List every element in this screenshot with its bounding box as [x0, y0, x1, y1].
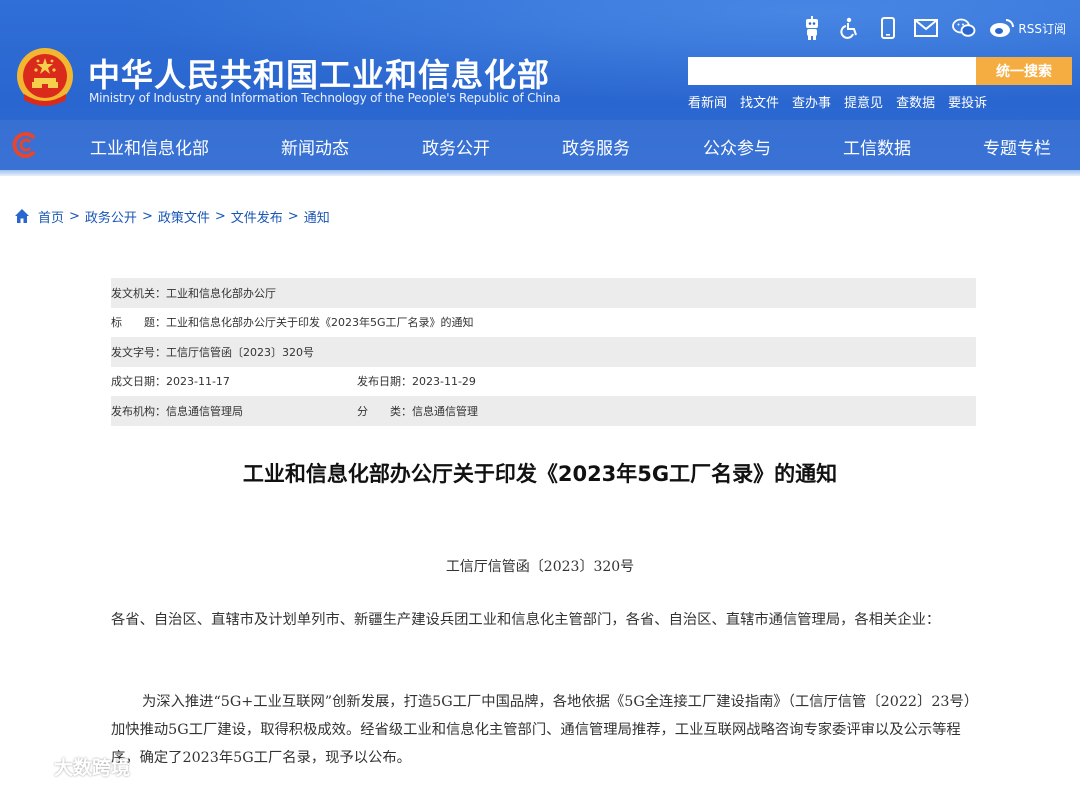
meta-docno-value: 工信厅信管函〔2023〕320号	[166, 345, 314, 359]
breadcrumb-separator: >	[69, 208, 80, 224]
accessibility-icon[interactable]	[836, 14, 864, 42]
national-emblem-icon[interactable]	[14, 46, 76, 110]
meta-row-docno: 发文字号： 工信厅信管函〔2023〕320号	[111, 337, 976, 367]
wechat-icon[interactable]	[950, 14, 978, 42]
nav-item-topics[interactable]: 专题专栏	[983, 134, 1051, 159]
nav-item-public[interactable]: 公众参与	[703, 134, 771, 159]
article-paragraph-body: 为深入推进“5G+工业互联网”创新发展，打造5G工厂中国品牌，各地依据《5G全连…	[111, 694, 971, 766]
breadcrumb-separator: >	[214, 208, 226, 224]
quick-link-services[interactable]: 查办事	[792, 92, 831, 111]
toolbar: RSS订阅	[788, 14, 1066, 42]
meta-row-org: 发布机构： 信息通信管理局 分 类： 信息通信管理	[111, 396, 976, 426]
main-nav: 工业和信息化部 新闻动态 政务公开 政务服务 公众参与 工信数据 专题专栏	[50, 120, 1080, 170]
nav-item-data[interactable]: 工信数据	[843, 134, 911, 159]
document-meta-table: 发文机关： 工业和信息化部办公厅 标 题： 工业和信息化部办公厅关于印发《202…	[111, 278, 976, 426]
breadcrumb-notice[interactable]: 通知	[304, 207, 330, 226]
site-title: 中华人民共和国工业和信息化部	[88, 56, 551, 94]
meta-issuer-label: 发文机关：	[111, 286, 166, 300]
meta-row-title: 标 题： 工业和信息化部办公厅关于印发《2023年5G工厂名录》的通知	[111, 308, 976, 338]
meta-org-value: 信息通信管理局	[166, 404, 243, 418]
article-paragraph-recipients: 各省、自治区、直辖市及计划单列市、新疆生产建设兵团工业和信息化主管部门，各省、自…	[111, 612, 941, 628]
quick-link-news[interactable]: 看新闻	[688, 92, 727, 111]
watermark: 大数跨境	[8, 752, 130, 780]
nav-item-gov-affairs[interactable]: 政务公开	[422, 134, 490, 159]
quick-link-complaint[interactable]: 要投诉	[948, 92, 987, 111]
breadcrumb: 首页 > 政务公开 > 政策文件 > 文件发布 > 通知	[14, 206, 330, 226]
meta-docno-label: 发文字号：	[111, 345, 166, 359]
article-doc-number: 工信厅信管函〔2023〕320号	[445, 559, 635, 575]
meta-created-label: 成文日期：	[111, 375, 166, 389]
article-title: 工业和信息化部办公厅关于印发《2023年5G工厂名录》的通知	[242, 462, 838, 486]
quick-links: 看新闻 找文件 查办事 提意见 查数据 要投诉	[688, 92, 1000, 111]
mobile-icon[interactable]	[874, 14, 902, 42]
quick-link-data[interactable]: 查数据	[896, 92, 935, 111]
site-logo-icon[interactable]	[10, 130, 40, 160]
breadcrumb-separator: >	[141, 208, 153, 224]
watermark-text: 大数跨境	[54, 756, 131, 779]
breadcrumb-policy[interactable]: 政策文件	[158, 207, 210, 226]
meta-published-label: 发布日期：	[357, 375, 412, 389]
breadcrumb-gov-affairs[interactable]: 政务公开	[85, 207, 137, 226]
breadcrumb-separator: >	[287, 208, 299, 224]
search-button[interactable]: 统一搜索	[976, 57, 1072, 85]
breadcrumb-file-release[interactable]: 文件发布	[231, 207, 283, 226]
weibo-icon[interactable]	[988, 14, 1016, 42]
meta-category-label: 分 类：	[357, 404, 412, 418]
rss-subscribe-link[interactable]: RSS订阅	[1018, 20, 1066, 37]
quick-link-files[interactable]: 找文件	[740, 92, 779, 111]
meta-org-label: 发布机构：	[111, 404, 166, 418]
mail-icon[interactable]	[912, 14, 940, 42]
meta-row-issuer: 发文机关： 工业和信息化部办公厅	[111, 278, 976, 308]
meta-category-cell: 分 类： 信息通信管理	[357, 403, 478, 419]
nav-item-news[interactable]: 新闻动态	[281, 134, 349, 159]
breadcrumb-home[interactable]: 首页	[38, 207, 64, 226]
header-bottom-line	[0, 170, 1080, 176]
meta-published-value: 2023-11-29	[412, 374, 476, 388]
meta-org-cell: 发布机构： 信息通信管理局	[111, 403, 357, 419]
search-input[interactable]	[688, 57, 976, 85]
home-icon[interactable]	[14, 208, 30, 224]
site-subtitle: Ministry of Industry and Information Tec…	[89, 91, 561, 105]
meta-title-label: 标 题：	[111, 316, 166, 330]
nav-item-miit[interactable]: 工业和信息化部	[90, 134, 209, 159]
watermark-logo-icon	[8, 754, 45, 778]
meta-published-cell: 发布日期： 2023-11-29	[357, 373, 476, 389]
quick-link-feedback[interactable]: 提意见	[844, 92, 883, 111]
meta-created-cell: 成文日期： 2023-11-17	[111, 373, 357, 389]
meta-title-value: 工业和信息化部办公厅关于印发《2023年5G工厂名录》的通知	[166, 316, 474, 330]
site-header: 中华人民共和国工业和信息化部 Ministry of Industry and …	[0, 0, 1080, 176]
meta-category-value: 信息通信管理	[412, 404, 478, 418]
meta-created-value: 2023-11-17	[166, 374, 230, 388]
robot-icon[interactable]	[798, 14, 826, 42]
meta-issuer-value: 工业和信息化部办公厅	[166, 286, 276, 300]
nav-item-gov-services[interactable]: 政务服务	[562, 134, 630, 159]
meta-row-dates: 成文日期： 2023-11-17 发布日期： 2023-11-29	[111, 367, 976, 397]
